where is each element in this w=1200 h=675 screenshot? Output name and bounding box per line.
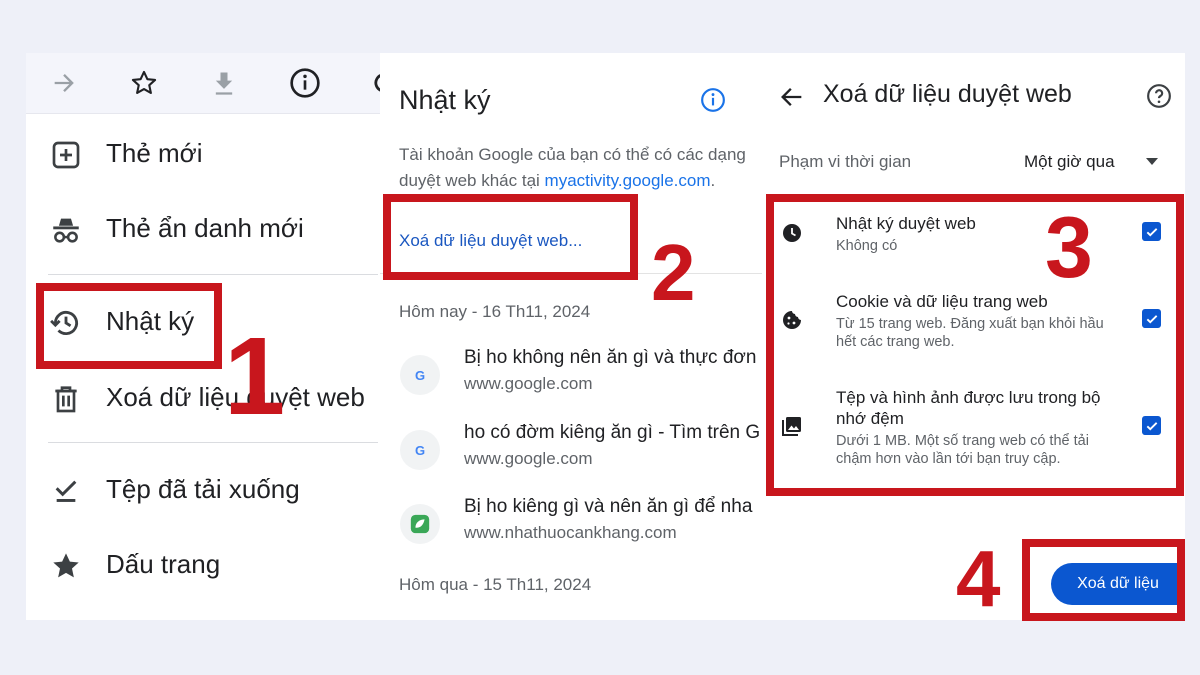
download-done-icon <box>48 473 84 509</box>
arrow-forward-icon[interactable] <box>44 63 84 103</box>
checkbox-checked[interactable] <box>1142 222 1161 241</box>
star-icon[interactable] <box>124 63 164 103</box>
divider <box>380 273 762 274</box>
history-entry[interactable]: G ho có đờm kiêng ăn gì - Tìm trên G www… <box>380 420 762 480</box>
clear-data-button[interactable]: Xoá dữ liệu <box>1051 563 1185 605</box>
bookmark-star-icon <box>48 548 84 584</box>
menu-item-new-tab[interactable]: Thẻ mới <box>26 125 380 181</box>
google-favicon-icon: G <box>400 355 440 395</box>
step-number: 1 <box>224 315 286 438</box>
checkbox-checked[interactable] <box>1142 416 1161 435</box>
menu-item-label: Nhật ký <box>106 305 195 336</box>
menu-toolbar <box>26 53 380 114</box>
google-favicon-icon: G <box>400 430 440 470</box>
checkbox-checked[interactable] <box>1142 309 1161 328</box>
new-tab-icon <box>48 137 84 173</box>
history-entry-url: www.nhathuocankhang.com <box>464 523 677 542</box>
option-subtitle: Dưới 1 MB. Một số trang web có thể tải c… <box>836 433 1089 467</box>
menu-item-label: Dấu trang <box>106 548 221 579</box>
history-description: Tài khoản Google của bạn có thể có các d… <box>399 145 746 190</box>
option-subtitle: Từ 15 trang web. Đăng xuất bạn khỏi hầu … <box>836 316 1104 350</box>
clear-option-history[interactable]: Nhật ký duyệt web Không có <box>762 213 1185 273</box>
history-entry-url: www.google.com <box>464 449 593 468</box>
history-panel: Nhật ký Tài khoản Google của bạn có thể … <box>380 53 762 620</box>
image-icon <box>782 417 801 436</box>
date-header: Hôm nay - 16 Th11, 2024 <box>399 302 591 321</box>
dropdown-caret-icon <box>1146 158 1158 165</box>
download-icon[interactable] <box>204 63 244 103</box>
history-entry-url: www.google.com <box>464 374 593 393</box>
time-range-label: Phạm vi thời gian <box>779 152 912 171</box>
info-icon[interactable] <box>285 63 325 103</box>
clear-option-cache[interactable]: Tệp và hình ảnh được lưu trong bộ nhớ đệ… <box>762 387 1185 477</box>
menu-item-label: Thẻ mới <box>106 137 203 168</box>
help-icon[interactable] <box>1146 83 1174 111</box>
menu-item-label: Thẻ ẩn danh mới <box>106 212 304 243</box>
history-entry-title: Bị ho kiêng gì và nên ăn gì để nha <box>464 496 753 517</box>
menu-divider <box>48 442 378 443</box>
clear-option-cookies[interactable]: Cookie và dữ liệu trang web Từ 15 trang … <box>762 291 1185 361</box>
refresh-icon[interactable] <box>364 63 380 103</box>
menu-item-bookmarks[interactable]: Dấu trang <box>26 536 380 592</box>
menu-item-incognito[interactable]: Thẻ ẩn danh mới <box>26 200 380 256</box>
history-entry[interactable]: G Bị ho không nên ăn gì và thực đơn www.… <box>380 345 762 405</box>
option-title: Tệp và hình ảnh được lưu trong bộ nhớ đệ… <box>836 388 1101 428</box>
history-entry[interactable]: Bị ho kiêng gì và nên ăn gì để nha www.n… <box>380 494 762 554</box>
history-icon <box>48 305 84 341</box>
back-arrow-icon[interactable] <box>778 83 806 111</box>
date-header: Hôm qua - 15 Th11, 2024 <box>399 575 592 594</box>
menu-item-clear-browsing-data[interactable]: Xoá dữ liệu duyệt web <box>26 369 380 425</box>
info-icon[interactable] <box>700 87 726 113</box>
page-title: Xoá dữ liệu duyệt web <box>823 80 1072 108</box>
clock-icon <box>783 224 801 242</box>
incognito-icon <box>48 212 84 248</box>
chrome-menu-panel: Thẻ mới Thẻ ẩn danh mới Nhật ký Xoá dữ l… <box>26 53 380 620</box>
step-number: 4 <box>956 534 1001 623</box>
myactivity-link[interactable]: myactivity.google.com <box>545 171 711 190</box>
menu-divider <box>48 274 378 275</box>
menu-item-label: Tệp đã tải xuống <box>106 473 300 504</box>
cookie-icon <box>783 311 801 329</box>
trash-icon <box>48 381 84 417</box>
clear-browsing-data-link[interactable]: Xoá dữ liệu duyệt web... <box>399 231 582 251</box>
step-number: 2 <box>651 228 696 317</box>
page-title: Nhật ký <box>399 85 491 115</box>
history-entry-title: ho có đờm kiêng ăn gì - Tìm trên G <box>464 422 761 443</box>
step-number: 3 <box>1045 200 1093 296</box>
time-range-value: Một giờ qua <box>1024 152 1115 171</box>
history-entry-title: Bị ho không nên ăn gì và thực đơn <box>464 347 757 368</box>
leaf-favicon-icon <box>400 504 440 544</box>
menu-item-history[interactable]: Nhật ký <box>26 293 380 349</box>
menu-item-downloads[interactable]: Tệp đã tải xuống <box>26 461 380 517</box>
